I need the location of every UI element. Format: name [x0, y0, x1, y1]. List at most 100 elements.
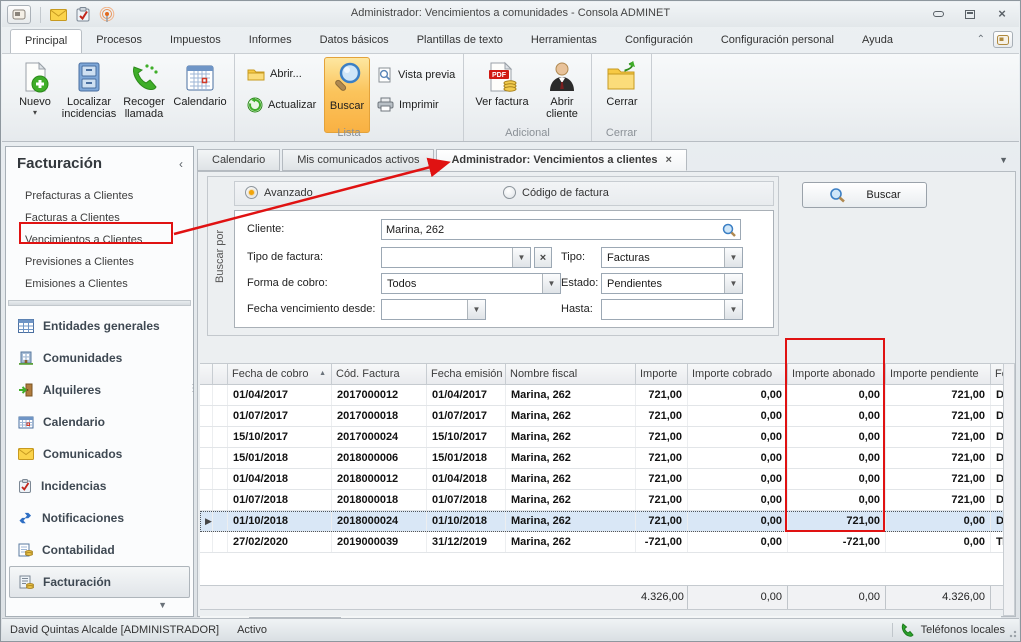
- cliente-input[interactable]: Marina, 262: [381, 219, 741, 240]
- chevron-down-icon[interactable]: ▼: [467, 300, 485, 319]
- sidebar-link-vencimientos-a-clientes[interactable]: Vencimientos a Clientes: [6, 229, 193, 251]
- menu-tab-configuracion-personal[interactable]: Configuración personal: [707, 29, 848, 53]
- sidebar-module-alquileres[interactable]: Alquileres: [6, 374, 193, 406]
- menu-tab-principal[interactable]: Principal: [10, 29, 82, 53]
- doc-tab-administrador-vencimientos-a-clientes[interactable]: Administrador: Vencimientos a clientes×: [436, 149, 686, 171]
- sidebar-link-previsiones-a-clientes[interactable]: Previsiones a Clientes: [6, 251, 193, 273]
- minimize-button[interactable]: [927, 6, 949, 22]
- vista-previa-button[interactable]: Vista previa: [377, 67, 455, 83]
- menu-tab-datos-basicos[interactable]: Datos básicos: [306, 29, 403, 53]
- sidebar-splitter[interactable]: [8, 300, 191, 306]
- column-header-nombre_fiscal[interactable]: Nombre fiscal: [506, 364, 636, 384]
- cell-importe_pendiente: 721,00: [886, 385, 991, 405]
- collapse-ribbon-icon[interactable]: ⌃: [977, 34, 985, 45]
- buscar-ribbon-button[interactable]: Buscar: [324, 57, 370, 133]
- sidebar-module-comunicados[interactable]: Comunicados: [6, 438, 193, 470]
- menu-tab-informes[interactable]: Informes: [235, 29, 306, 53]
- sidebar-more-icon[interactable]: ▼: [158, 600, 167, 610]
- column-header-cod_factura[interactable]: Cód. Factura: [332, 364, 427, 384]
- calendario-button[interactable]: Calendario: [171, 58, 229, 130]
- doc-tab-mis-comunicados-activos[interactable]: Mis comunicados activos: [282, 149, 434, 171]
- lookup-icon[interactable]: [721, 222, 737, 238]
- sidebar-module-facturacion[interactable]: Facturación: [9, 566, 190, 598]
- tipo-factura-combo[interactable]: ▼: [381, 247, 531, 268]
- cell-importe_pendiente: 721,00: [886, 448, 991, 468]
- sidebar-links: Prefacturas a ClientesFacturas a Cliente…: [6, 185, 193, 295]
- sidebar-module-notificaciones[interactable]: Notificaciones: [6, 502, 193, 534]
- restore-button[interactable]: [959, 6, 981, 22]
- sidebar-module-incidencias[interactable]: Incidencias: [6, 470, 193, 502]
- forma-cobro-combo[interactable]: Todos ▼: [381, 273, 561, 294]
- estado-label: Estado:: [561, 277, 598, 289]
- resize-grip[interactable]: [1005, 626, 1017, 638]
- folder-open-icon: [247, 67, 265, 81]
- sidebar-link-facturas-a-clientes[interactable]: Facturas a Clientes: [6, 207, 193, 229]
- nuevo-button[interactable]: Nuevo ▾: [12, 58, 58, 130]
- table-row[interactable]: ▶01/10/2018201800002401/10/2018Marina, 2…: [200, 511, 1006, 532]
- column-header-importe_cobrado[interactable]: Importe cobrado: [688, 364, 788, 384]
- abrir-cliente-button[interactable]: Abrir cliente: [538, 58, 586, 130]
- sidebar-link-prefacturas-a-clientes[interactable]: Prefacturas a Clientes: [6, 185, 193, 207]
- column-header-fecha_emision[interactable]: Fecha emisión: [427, 364, 506, 384]
- menu-tab-ayuda[interactable]: Ayuda: [848, 29, 907, 53]
- localizar-incidencias-button[interactable]: Localizar incidencias: [60, 58, 118, 130]
- menu-tab-configuracion[interactable]: Configuración: [611, 29, 707, 53]
- fecha-desde-combo[interactable]: ▼: [381, 299, 486, 320]
- hasta-combo[interactable]: ▼: [601, 299, 743, 320]
- tipo-combo[interactable]: Facturas ▼: [601, 247, 743, 268]
- sidebar-module-calendario[interactable]: Calendario: [6, 406, 193, 438]
- cell-fecha_cobro: 27/02/2020: [228, 532, 332, 552]
- recoger-llamada-button[interactable]: Recoger llamada: [119, 58, 169, 130]
- table-row[interactable]: 01/07/2018201800001801/07/2018Marina, 26…: [200, 490, 1006, 511]
- column-header-fecha_cobro[interactable]: Fecha de cobro▲: [228, 364, 332, 384]
- imprimir-button[interactable]: Imprimir: [377, 97, 439, 112]
- sidebar-module-entidades-generales[interactable]: Entidades generales: [6, 310, 193, 342]
- grid-header-row: Fecha de cobro▲Cód. FacturaFecha emisión…: [200, 363, 1006, 385]
- table-row[interactable]: 15/10/2017201700002415/10/2017Marina, 26…: [200, 427, 1006, 448]
- close-tab-icon[interactable]: ×: [666, 154, 672, 166]
- chevron-down-icon[interactable]: ▼: [512, 248, 530, 267]
- menu-tab-procesos[interactable]: Procesos: [82, 29, 156, 53]
- doc-tab-calendario[interactable]: Calendario: [197, 149, 280, 171]
- buscar-button[interactable]: Buscar: [802, 182, 927, 208]
- tab-list-dropdown-icon[interactable]: ▼: [999, 155, 1008, 165]
- radio-codigo-factura[interactable]: Código de factura: [503, 186, 609, 199]
- radio-avanzado[interactable]: Avanzado: [245, 186, 313, 199]
- estado-combo[interactable]: Pendientes ▼: [601, 273, 743, 294]
- table-row[interactable]: 01/07/2017201700001801/07/2017Marina, 26…: [200, 406, 1006, 427]
- close-button[interactable]: ×: [991, 6, 1013, 22]
- table-row[interactable]: 15/01/2018201800000615/01/2018Marina, 26…: [200, 448, 1006, 469]
- cell-importe_abonado: 0,00: [788, 406, 886, 426]
- clear-filter-icon[interactable]: ×: [534, 247, 552, 268]
- chevron-down-icon[interactable]: ▼: [724, 300, 742, 319]
- cell-importe_pendiente: 721,00: [886, 469, 991, 489]
- menu-tab-impuestos[interactable]: Impuestos: [156, 29, 235, 53]
- menu-tab-plantillas-de-texto[interactable]: Plantillas de texto: [403, 29, 517, 53]
- chevron-down-icon[interactable]: ▼: [542, 274, 560, 293]
- menu-tab-herramientas[interactable]: Herramientas: [517, 29, 611, 53]
- table-row[interactable]: 27/02/2020201900003931/12/2019Marina, 26…: [200, 532, 1006, 553]
- cerrar-button[interactable]: Cerrar: [599, 58, 645, 130]
- table-row[interactable]: 01/04/2017201700001201/04/2017Marina, 26…: [200, 385, 1006, 406]
- table-row[interactable]: 01/04/2018201800001201/04/2018Marina, 26…: [200, 469, 1006, 490]
- abrir-button[interactable]: Abrir...: [247, 67, 302, 81]
- collapse-sidebar-icon[interactable]: ‹: [179, 157, 183, 171]
- chevron-down-icon[interactable]: ▼: [724, 274, 742, 293]
- search-icon: [828, 187, 846, 203]
- sidebar-module-contabilidad[interactable]: Contabilidad: [6, 534, 193, 566]
- help-window-icon[interactable]: [993, 31, 1013, 48]
- cell-importe_cobrado: 0,00: [688, 469, 788, 489]
- sidebar-link-emisiones-a-clientes[interactable]: Emisiones a Clientes: [6, 273, 193, 295]
- status-bar: David Quintas Alcalde [ADMINISTRADOR] Ac…: [2, 618, 1019, 640]
- actualizar-button[interactable]: Actualizar: [247, 97, 316, 113]
- chevron-down-icon[interactable]: ▼: [724, 248, 742, 267]
- total-importe: 4.326,00: [636, 586, 688, 609]
- column-header-importe[interactable]: Importe: [636, 364, 688, 384]
- vertical-scrollbar[interactable]: [1003, 363, 1015, 616]
- column-header-importe_abonado[interactable]: Importe abonado: [788, 364, 886, 384]
- sidebar-module-comunidades[interactable]: Comunidades: [6, 342, 193, 374]
- phones-label[interactable]: Teléfonos locales: [921, 624, 1005, 636]
- cell-importe_pendiente: 0,00: [886, 511, 991, 531]
- ver-factura-button[interactable]: PDF Ver factura: [470, 58, 534, 130]
- column-header-importe_pendiente[interactable]: Importe pendiente: [886, 364, 991, 384]
